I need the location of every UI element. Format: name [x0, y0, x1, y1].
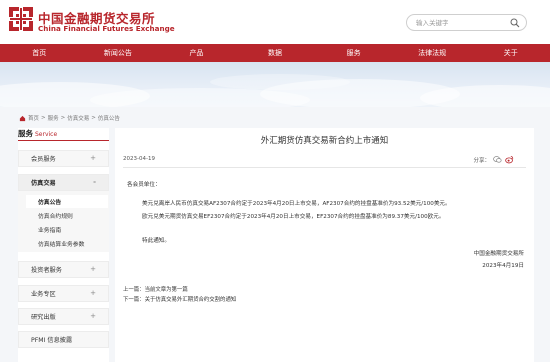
- expand-icon[interactable]: +: [90, 289, 96, 297]
- home-icon[interactable]: [19, 115, 26, 122]
- sidebar-subitem-sim-contract-rules[interactable]: 仿真合约规则: [26, 209, 108, 222]
- expand-icon[interactable]: +: [90, 265, 96, 273]
- cloud-banner-image: [0, 74, 550, 107]
- sidebar-item-label: PFMI 信息披露: [31, 337, 73, 344]
- share-bar: 分享：: [473, 155, 514, 164]
- article-title: 外汇期货仿真交易新合约上市通知: [260, 136, 389, 146]
- breadcrumb-services[interactable]: 服务: [48, 114, 59, 122]
- sidebar-item-label: 会员服务: [31, 156, 56, 163]
- article-meta: 2023-04-19 分享：: [123, 155, 526, 168]
- sidebar-subitem-business-guide[interactable]: 业务指南: [26, 223, 108, 236]
- nav-services[interactable]: 服务: [314, 44, 393, 62]
- sidebar-item-label: 业务专区: [31, 291, 56, 298]
- sidebar-item-label: 仿真交易: [31, 180, 56, 187]
- sidebar-item-investor-services[interactable]: 投资者服务 +: [18, 261, 109, 278]
- sidebar: 服务 Service 会员服务 + 仿真交易 - 仿真公告 仿真合约规则 业务指…: [18, 128, 109, 362]
- article-date: 2023-04-19: [123, 156, 155, 162]
- article-signature-org: 中国金融期货交易所: [473, 251, 524, 257]
- sidebar-item-business-zone[interactable]: 业务专区 +: [18, 285, 109, 302]
- article-salutation: 各会员单位：: [127, 182, 161, 188]
- next-article: 下一篇：关于仿真交易外汇期货合约交割的通知: [123, 295, 236, 303]
- site-header: 中国金融期货交易所 China Financial Futures Exchan…: [0, 0, 550, 44]
- weibo-icon[interactable]: [505, 155, 514, 164]
- prev-article-label: 上一篇：: [123, 287, 145, 293]
- site-logo-english[interactable]: China Financial Futures Exchange: [38, 24, 175, 33]
- breadcrumb-home[interactable]: 首页: [28, 114, 39, 122]
- article: 外汇期货仿真交易新合约上市通知 2023-04-19 分享： 各会员单位： 美元…: [115, 128, 534, 362]
- sidebar-item-label: 投资者服务: [31, 267, 62, 274]
- expand-icon[interactable]: +: [90, 154, 96, 162]
- breadcrumb-separator: >: [91, 115, 96, 121]
- nav-laws[interactable]: 法律法规: [393, 44, 472, 62]
- sidebar-item-member-services[interactable]: 会员服务 +: [18, 150, 109, 167]
- sidebar-title-chinese: 服务: [18, 129, 33, 138]
- wechat-icon[interactable]: [493, 155, 502, 164]
- article-signature-date: 2023年4月19日: [482, 263, 524, 269]
- breadcrumb-sim-trading[interactable]: 仿真交易: [67, 114, 89, 122]
- nav-home[interactable]: 首页: [0, 44, 79, 62]
- prev-article: 上一篇：当前文章为第一篇: [123, 285, 188, 293]
- nav-data[interactable]: 数据: [236, 44, 315, 62]
- main-nav: 首页 新闻公告 产品 数据 服务 法律法规 关于: [0, 44, 550, 62]
- sidebar-item-pfmi-disclosure[interactable]: PFMI 信息披露: [18, 331, 109, 348]
- sidebar-title: 服务 Service: [18, 128, 109, 141]
- breadcrumb: 首页 > 服务 > 仿真交易 > 仿真公告: [19, 114, 120, 122]
- expand-icon[interactable]: +: [90, 312, 96, 320]
- article-closing: 特此通知。: [142, 238, 170, 244]
- article-paragraph: 美元兑离岸人民币仿真交易AF2307合约定于2023年4月20日上市交易，AF2…: [142, 201, 451, 207]
- sidebar-item-label: 研究出版: [31, 314, 56, 321]
- nav-about[interactable]: 关于: [471, 44, 550, 62]
- breadcrumb-sim-notices[interactable]: 仿真公告: [98, 114, 120, 122]
- search-icon[interactable]: [510, 18, 520, 28]
- search-input[interactable]: [406, 14, 527, 31]
- breadcrumb-separator: >: [60, 115, 66, 121]
- prev-article-link[interactable]: 当前文章为第一篇: [145, 287, 188, 293]
- sidebar-subitem-sim-settlement-params[interactable]: 仿真结算业务参数: [26, 237, 108, 250]
- cffex-logo-icon[interactable]: [8, 6, 34, 32]
- next-article-link[interactable]: 关于仿真交易外汇期货合约交割的通知: [145, 297, 237, 303]
- sidebar-subitem-sim-notices[interactable]: 仿真公告: [26, 195, 108, 208]
- nav-products[interactable]: 产品: [157, 44, 236, 62]
- sidebar-title-english: Service: [35, 131, 58, 138]
- nav-news[interactable]: 新闻公告: [79, 44, 158, 62]
- page-banner: [0, 62, 550, 107]
- collapse-icon[interactable]: -: [93, 178, 96, 186]
- share-label: 分享：: [473, 157, 490, 164]
- breadcrumb-separator: >: [41, 115, 46, 121]
- sidebar-item-research-publishing[interactable]: 研究出版 +: [18, 308, 109, 325]
- next-article-label: 下一篇：: [123, 297, 145, 303]
- article-paragraph: 欧元兑美元期货仿真交易EF2307合约定于2023年4月20日上市交易，EF23…: [142, 214, 445, 220]
- sidebar-item-sim-trading[interactable]: 仿真交易 -: [18, 174, 109, 191]
